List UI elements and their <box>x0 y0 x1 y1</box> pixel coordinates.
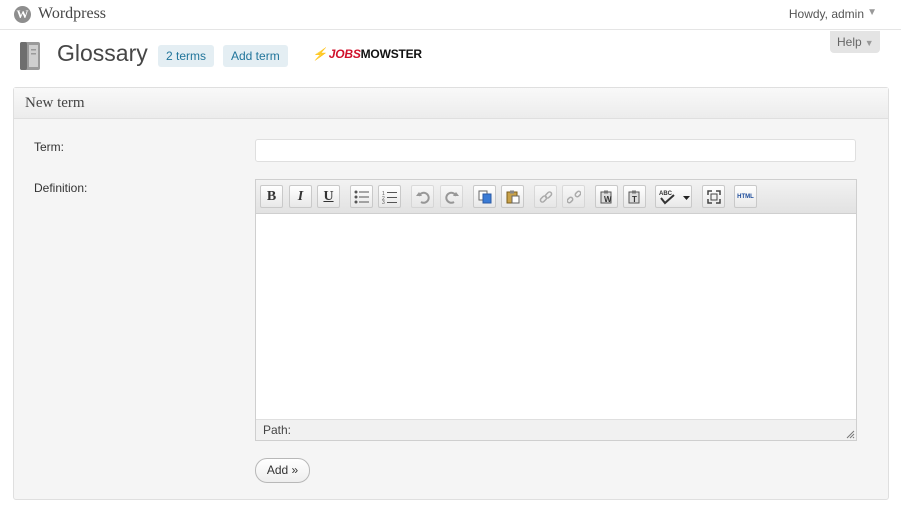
resize-handle-icon[interactable] <box>845 429 855 439</box>
user-menu-arrow-icon[interactable]: ▼ <box>867 7 877 18</box>
svg-text:T: T <box>632 195 637 204</box>
underline-icon: U <box>323 188 334 204</box>
bold-icon: B <box>266 188 277 204</box>
paste-text-icon: T <box>628 190 639 204</box>
redo-icon <box>444 191 459 204</box>
term-input[interactable] <box>255 139 856 162</box>
editor-statusbar: Path: <box>256 419 856 440</box>
definition-textarea[interactable] <box>256 214 856 419</box>
copy-button[interactable] <box>473 185 496 208</box>
undo-button[interactable] <box>411 185 434 208</box>
unlink-icon <box>566 190 581 203</box>
spellcheck-button[interactable]: ABC <box>655 185 692 208</box>
undo-icon <box>415 191 430 204</box>
wordpress-logo-icon[interactable]: W <box>14 6 31 23</box>
paste-text-button[interactable]: T <box>623 185 646 208</box>
add-term-link[interactable]: Add term <box>223 45 288 67</box>
spellcheck-icon: ABC <box>659 191 690 204</box>
svg-text:ABC: ABC <box>659 191 673 197</box>
html-icon: HTML <box>737 193 754 200</box>
redo-button[interactable] <box>440 185 463 208</box>
jobsmowster-mark-icon: ⚡ <box>312 47 327 61</box>
paste-word-button[interactable]: W <box>595 185 618 208</box>
page-title: Glossary <box>57 40 148 66</box>
fullscreen-button[interactable] <box>702 185 725 208</box>
fullscreen-icon <box>706 189 721 204</box>
definition-label: Definition: <box>34 181 88 195</box>
numbered-list-icon: 123 <box>382 191 397 204</box>
unlink-button[interactable] <box>562 185 585 208</box>
editor-path-label: Path: <box>263 423 292 437</box>
glossary-book-icon <box>20 42 40 70</box>
bullet-list-icon <box>354 190 369 203</box>
paste-word-icon: W <box>600 190 612 204</box>
term-label: Term: <box>34 140 64 154</box>
definition-editor: B I U 123 W T ABC HTML Path: <box>255 179 857 441</box>
numbered-list-button[interactable]: 123 <box>378 185 401 208</box>
help-arrow-icon: ▼ <box>864 38 874 48</box>
bullet-list-button[interactable] <box>350 185 373 208</box>
box-title: New term <box>14 88 888 119</box>
site-name-link[interactable]: Wordpress <box>38 5 106 23</box>
underline-button[interactable]: U <box>317 185 340 208</box>
admin-bar: W Wordpress Howdy, admin ▼ <box>0 0 901 30</box>
paste-button[interactable] <box>501 185 524 208</box>
link-icon <box>539 190 552 203</box>
jobsmowster-logo[interactable]: ⚡ JOBSMOWSTER <box>312 47 422 61</box>
bold-button[interactable]: B <box>260 185 283 208</box>
help-tab[interactable]: Help ▼ <box>830 31 880 53</box>
paste-icon <box>506 190 519 203</box>
new-term-box: New term Term: Definition: B I U 123 W T… <box>13 87 889 500</box>
link-button[interactable] <box>534 185 557 208</box>
svg-text:3: 3 <box>382 200 385 204</box>
italic-icon: I <box>297 188 304 204</box>
user-greeting[interactable]: Howdy, admin <box>789 7 864 21</box>
editor-toolbar: B I U 123 W T ABC HTML <box>256 180 856 214</box>
html-button[interactable]: HTML <box>734 185 757 208</box>
terms-count-link[interactable]: 2 terms <box>158 45 215 67</box>
copy-icon <box>478 190 491 203</box>
svg-text:W: W <box>604 195 612 204</box>
add-term-button[interactable]: Add » <box>255 458 310 483</box>
italic-button[interactable]: I <box>289 185 312 208</box>
